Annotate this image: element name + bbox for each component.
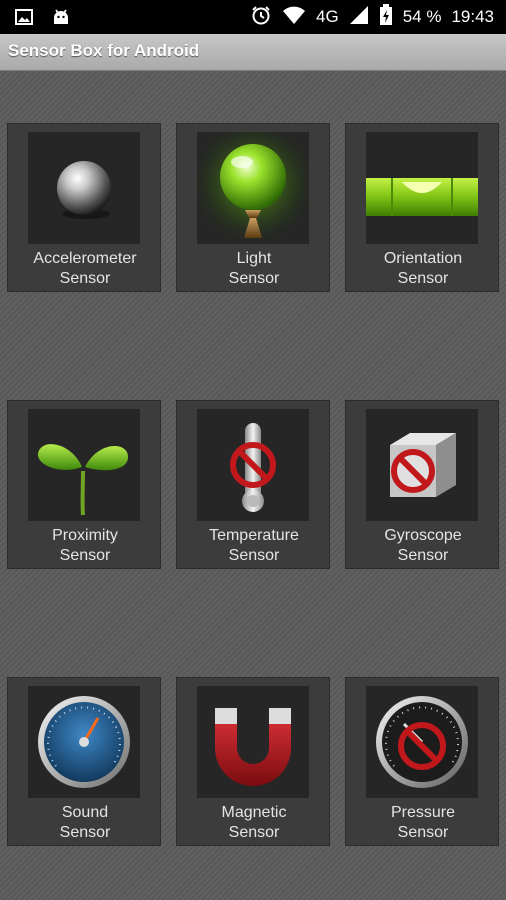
- alarm-icon: [250, 4, 272, 31]
- sprout-icon: [37, 444, 128, 516]
- network-type: 4G: [316, 7, 339, 26]
- sound-gauge-icon: [38, 696, 130, 788]
- gallery-icon: [14, 7, 34, 32]
- sensor-label: Pressure Sensor: [390, 804, 456, 841]
- wifi-icon: [282, 5, 306, 30]
- unavailable-icon: [391, 449, 435, 493]
- sensor-label: Temperature Sensor: [209, 527, 299, 564]
- sensor-tile-magnetic[interactable]: Magnetic Sensor: [176, 677, 330, 846]
- sensor-tile-accelerometer[interactable]: Accelerometer Sensor: [7, 123, 161, 292]
- thermometer-icon: [230, 423, 276, 512]
- tile-icon-frame: [197, 132, 309, 244]
- spirit-level-icon: [366, 178, 478, 216]
- app-title: Sensor Box for Android: [8, 41, 200, 60]
- clock: 19:43: [451, 7, 494, 26]
- sensor-tile-gyroscope[interactable]: Gyroscope Sensor: [345, 400, 499, 569]
- sensor-label: Orientation Sensor: [383, 250, 463, 287]
- sensor-label: Accelerometer Sensor: [33, 250, 137, 287]
- tile-icon-frame: [366, 132, 478, 244]
- tile-icon-frame: [197, 686, 309, 798]
- signal-icon: [349, 5, 369, 30]
- sensor-label: Proximity Sensor: [52, 527, 118, 564]
- battery-icon: [379, 3, 393, 31]
- sensor-tile-pressure[interactable]: Pressure Sensor: [345, 677, 499, 846]
- sensor-tile-light[interactable]: Light Sensor: [176, 123, 330, 292]
- tile-icon-frame: [366, 686, 478, 798]
- magnet-icon: [215, 708, 291, 786]
- tile-icon-frame: [28, 686, 140, 798]
- android-icon: [50, 6, 72, 33]
- sensor-tile-temperature[interactable]: Temperature Sensor: [176, 400, 330, 569]
- app-bar: Sensor Box for Android: [0, 34, 506, 71]
- light-bulb-icon: [197, 132, 309, 244]
- pressure-gauge-icon: [376, 696, 468, 788]
- sensor-tile-orientation[interactable]: Orientation Sensor: [345, 123, 499, 292]
- sensor-label: Sound Sensor: [59, 804, 111, 841]
- sensor-label: Light Sensor: [228, 250, 280, 287]
- sensor-label: Magnetic Sensor: [221, 804, 287, 841]
- metal-ball-icon: [57, 161, 111, 219]
- tile-icon-frame: [28, 409, 140, 521]
- tile-icon-frame: [28, 132, 140, 244]
- sensor-tile-proximity[interactable]: Proximity Sensor: [7, 400, 161, 569]
- cube-icon: [390, 433, 456, 497]
- sensor-label: Gyroscope Sensor: [384, 527, 462, 564]
- tile-icon-frame: [366, 409, 478, 521]
- battery-percent: 54 %: [402, 7, 442, 26]
- status-bar: 4G 54 % 19:43: [0, 0, 506, 34]
- tile-icon-frame: [197, 409, 309, 521]
- sensor-tile-sound[interactable]: Sound Sensor: [7, 677, 161, 846]
